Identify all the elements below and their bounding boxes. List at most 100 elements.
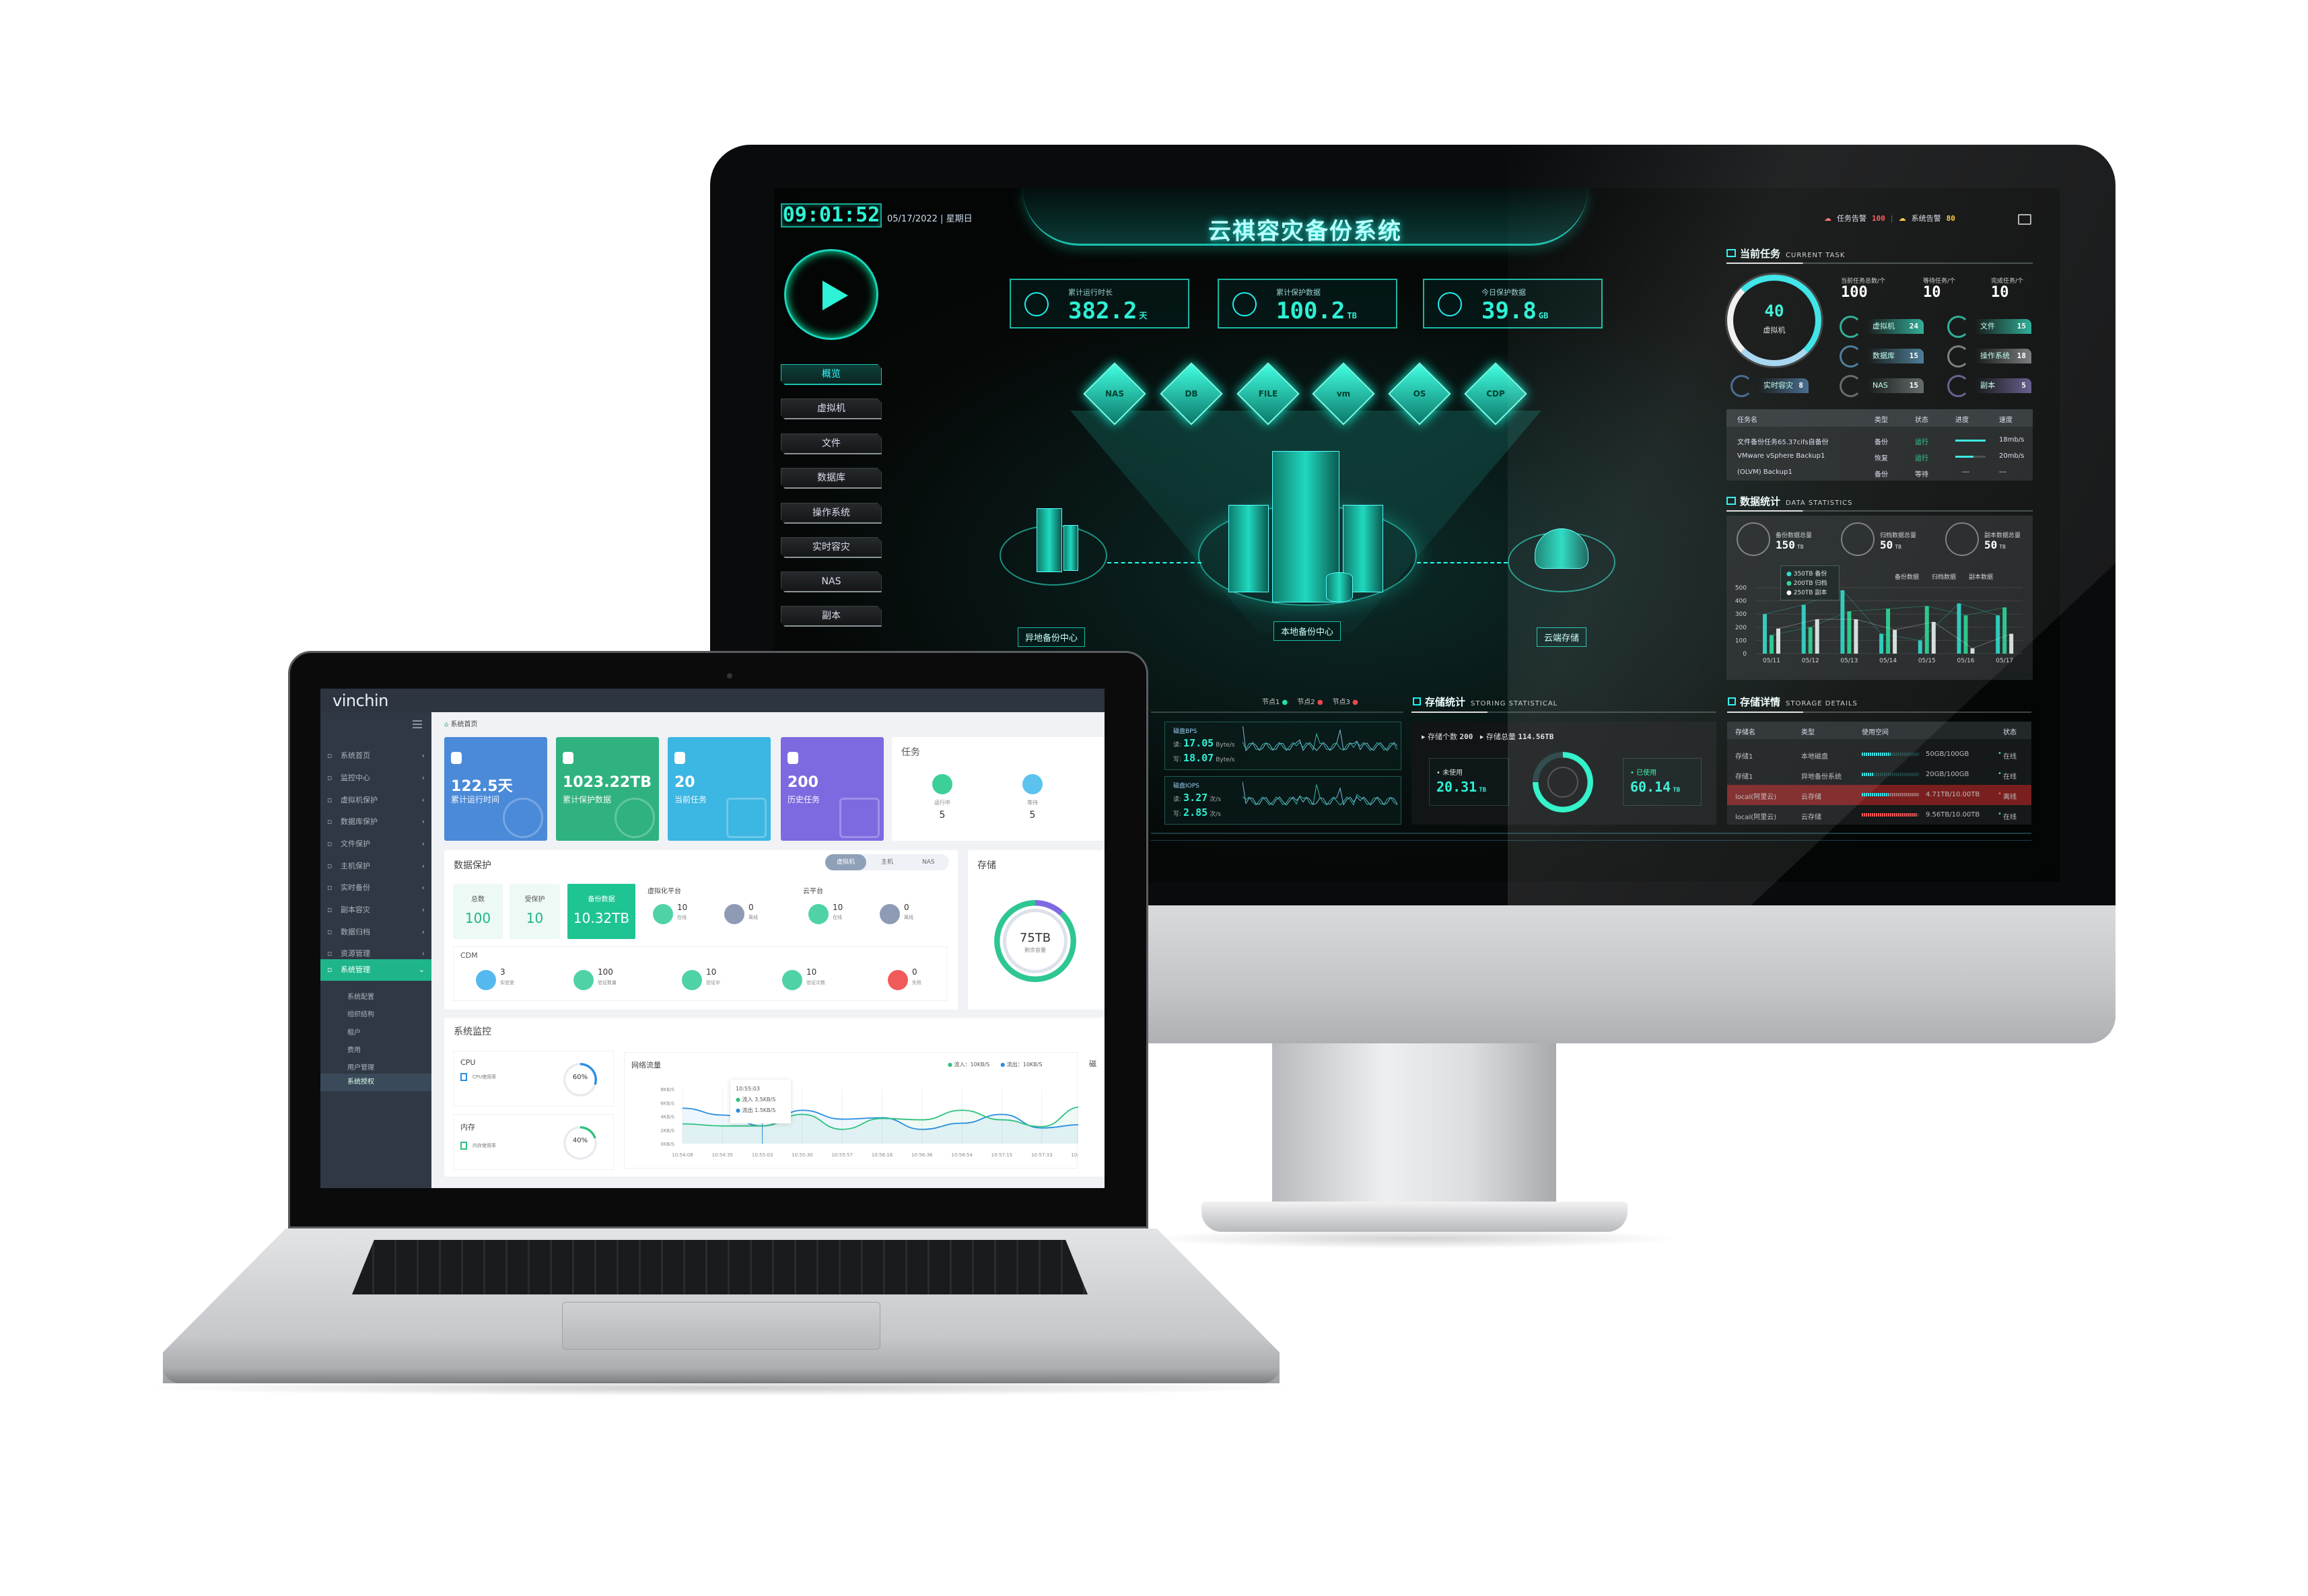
nav-item[interactable]: 文件 [781,433,882,454]
data-total-value: 50 TB [1880,539,1901,551]
stat-card: 累计保护数据 100.2 TB [1218,279,1397,328]
value: 18.07 [1183,752,1214,764]
task-type-pill[interactable]: 数据库 15 [1867,349,1924,363]
task-type-pill[interactable]: NAS 15 [1867,378,1924,393]
node-tab[interactable]: 节点1 ● [1262,696,1288,706]
bar [1770,635,1774,654]
chevron-icon: ‹ [421,773,425,782]
sidebar-icon: ▫ [327,883,333,892]
task-type-pill[interactable]: 操作系统 18 [1975,349,2031,363]
table-row[interactable]: (OLVM) Backup1 备份 等待 --- --- [1726,466,2033,481]
cdm-value: 10 [806,967,817,977]
table-row[interactable]: local(阿里云) 云存储 9.56TB/10.00TB • 在线 [1727,805,2031,825]
submenu-item[interactable]: 系统配置 [320,989,431,1006]
pill-value: 15 [1909,381,1918,390]
task-type-icon [1947,375,1969,397]
table-row[interactable]: 存储1 本地磁盘 50GB/100GB • 在线 [1727,744,2031,765]
tab[interactable]: 虚拟机 [825,854,867,870]
nav-item[interactable]: 实时容灾 [781,537,882,558]
table-row[interactable]: VMware vSphere Backup1 恢复 运行 20mb/s [1726,450,2033,464]
task-total-value: 10 [1923,284,1941,301]
sidebar-item[interactable]: ▫ 系统首页 ‹ [320,745,431,767]
table-row[interactable]: 存储1 异地备份系统 20GB/100GB • 在线 [1727,765,2031,785]
submenu-item[interactable]: 组织结构 [320,1006,431,1024]
table-row[interactable]: local(阿里云) 云存储 4.71TB/10.00TB • 离线 [1727,785,2031,805]
task-type-pill[interactable]: 虚拟机 24 [1867,319,1924,334]
play-button[interactable] [784,249,878,340]
nav-item[interactable]: 副本 [781,606,882,627]
y-tick-label: 2KB/S [660,1128,674,1134]
task-type-pill[interactable]: 实时容灾 8 [1758,378,1809,393]
node-tab[interactable]: 节点3 ● [1333,696,1358,706]
data-total-icon [1737,522,1770,556]
nav-item[interactable]: NAS [781,571,882,592]
nav-item[interactable]: 数据库 [781,468,882,489]
home-icon: ⌂ [444,721,451,728]
summary-card[interactable]: 20 当前任务 [668,737,771,841]
disk-sparkline [1243,726,1397,752]
bar [1763,614,1767,654]
lab-icon [476,970,496,990]
offline-label: 离线 [748,915,758,920]
tab[interactable]: NAS [908,854,949,870]
tab[interactable]: 主机 [866,854,907,870]
status-dot-icon: ● [1280,699,1288,706]
legend-entry: 归档数据 [1932,573,1956,581]
fullscreen-icon[interactable] [2018,214,2031,225]
submenu-item[interactable]: 系统授权 [320,1074,431,1091]
node-tab[interactable]: 节点2 ● [1297,696,1323,706]
task-gauge-value: 40 [1764,302,1784,320]
running-icon [932,774,952,794]
sidebar-item[interactable]: ▫ 副本容灾 ‹ [320,899,431,921]
breadcrumb: ⌂ 系统首页 [444,721,478,728]
sidebar-item[interactable]: ▫ 实时备份 ‹ [320,877,431,899]
sidebar-item[interactable]: ▫ 监控中心 ‹ [320,767,431,789]
sidebar-icon: ▫ [327,965,333,974]
sidebar-item[interactable]: ▫ 主机保护 ‹ [320,856,431,877]
menu-toggle-icon[interactable] [413,720,422,730]
summary-card[interactable]: 1023.22TB 累计保护数据 [556,737,659,841]
submenu-item[interactable]: 租户 [320,1025,431,1042]
task-alert-label[interactable]: 任务告警 [1837,213,1866,223]
verify-icon [682,970,702,990]
status-dot-icon: • [1998,750,2002,757]
sidebar-item[interactable]: ▫ 虚拟机保护 ‹ [320,790,431,811]
x-tick-label: 10:54:35 [712,1152,733,1158]
x-tick-label: 05/12 [1802,658,1819,664]
unused-box: • 未使用 20.31 TB [1429,758,1509,806]
value: 50 [1984,539,1998,551]
submenu-item[interactable]: 费用 [320,1042,431,1060]
progress-bar [1955,440,1986,442]
table-row[interactable]: 文件备份任务65.37cifs自备份 备份 运行 18mb/s [1726,433,2033,448]
nav-item[interactable]: 概览 [781,364,882,385]
current-task-header: 当前任务 CURRENT TASK [1726,246,1845,261]
pill-label: NAS [1873,381,1888,390]
nav-item[interactable]: 操作系统 [781,503,882,524]
summary-card[interactable]: 122.5天 累计运行时间 [444,737,547,841]
label-cloud-storage[interactable]: 云端存储 [1537,627,1587,647]
footer-decoration [1151,833,2031,841]
task-type-pill[interactable]: 文件 15 [1975,319,2031,334]
sidebar-item[interactable]: ▫ 系统管理 ⌄ [320,959,431,981]
card-value: 122.5天 [451,778,513,795]
task-type-pill[interactable]: 副本 5 [1975,378,2031,393]
total-box: 总数 100 [453,884,503,939]
task-total-value: 10 [1991,284,2009,301]
sidebar-item[interactable]: ▫ 数据库保护 ‹ [320,811,431,833]
label-local-center[interactable]: 本地备份中心 [1273,621,1341,641]
cdm-value: 3 [500,967,505,977]
label-remote-center[interactable]: 异地备份中心 [1018,627,1086,647]
card-value: 1023.22TB [563,774,652,791]
task-speed: --- [1999,469,2006,476]
summary-card[interactable]: 200 历史任务 [781,737,884,841]
card-label: 累计运行时间 [451,795,500,804]
hourglass-icon [1022,774,1043,794]
sidebar-item[interactable]: ▫ 文件保护 ‹ [320,833,431,855]
sidebar-item[interactable]: ▫ 数据归档 ‹ [320,922,431,943]
nav-item[interactable]: 虚拟机 [781,398,882,419]
stat-value: 382.2 天 [1068,298,1147,324]
disk-bps-panel: 磁盘BPS 读: 17.05 Byte/s 写: 18.07 Byte/s [1164,722,1401,770]
storage-status: 在线 [2003,814,2017,821]
system-alert-label[interactable]: 系统告警 [1912,213,1941,223]
logo[interactable]: vinchin [333,691,388,710]
